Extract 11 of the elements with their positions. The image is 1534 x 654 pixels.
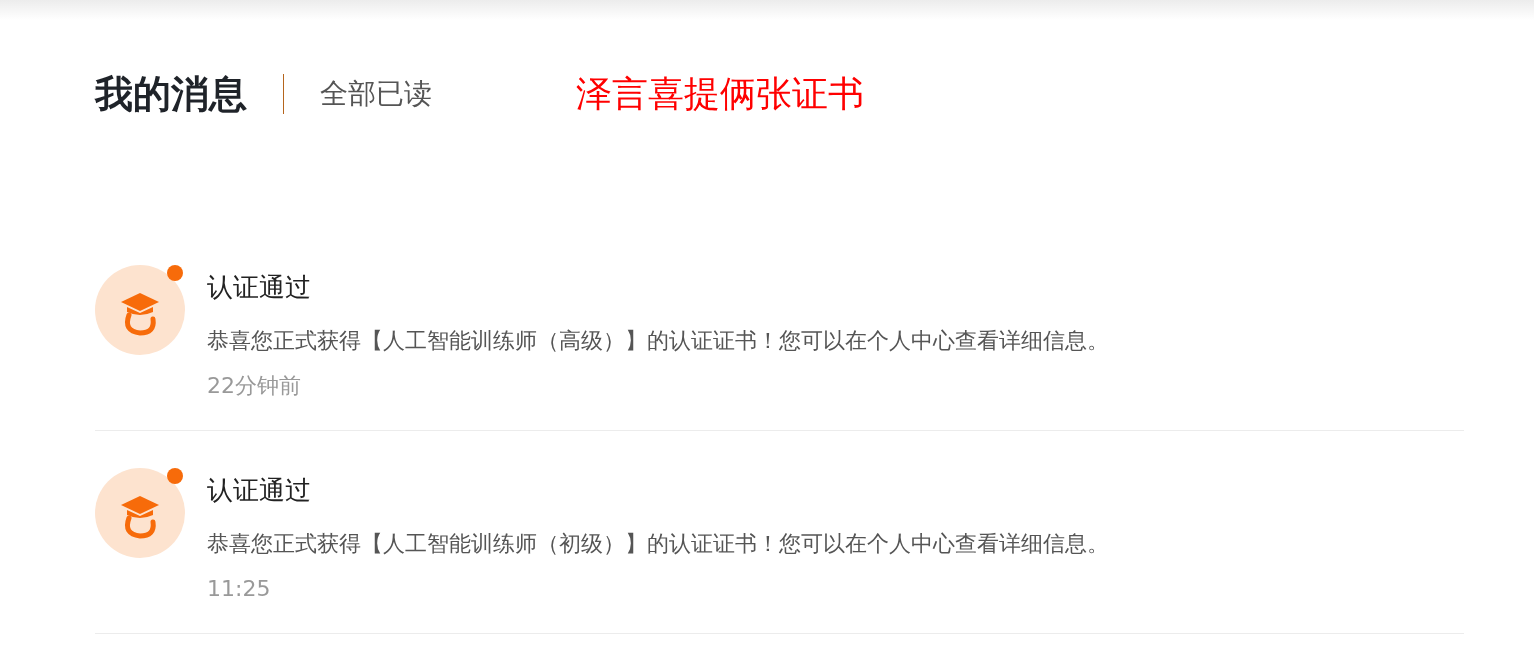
message-title: 认证通过 <box>207 474 312 507</box>
message-time: 22分钟前 <box>207 372 302 400</box>
message-text: 恭喜您正式获得【人工智能训练师（高级）】的认证证书！您可以在个人中心查看详细信息。 <box>207 327 1109 355</box>
mark-all-read-button[interactable]: 全部已读 <box>320 75 432 113</box>
graduation-cap-icon <box>95 468 185 558</box>
annotation-text: 泽言喜提俩张证书 <box>576 71 864 116</box>
message-time: 11:25 <box>207 575 272 603</box>
message-text: 恭喜您正式获得【人工智能训练师（初级）】的认证证书！您可以在个人中心查看详细信息。 <box>207 530 1109 558</box>
page-title: 我的消息 <box>95 70 247 118</box>
graduation-cap-icon <box>95 265 185 355</box>
message-title: 认证通过 <box>207 271 312 304</box>
